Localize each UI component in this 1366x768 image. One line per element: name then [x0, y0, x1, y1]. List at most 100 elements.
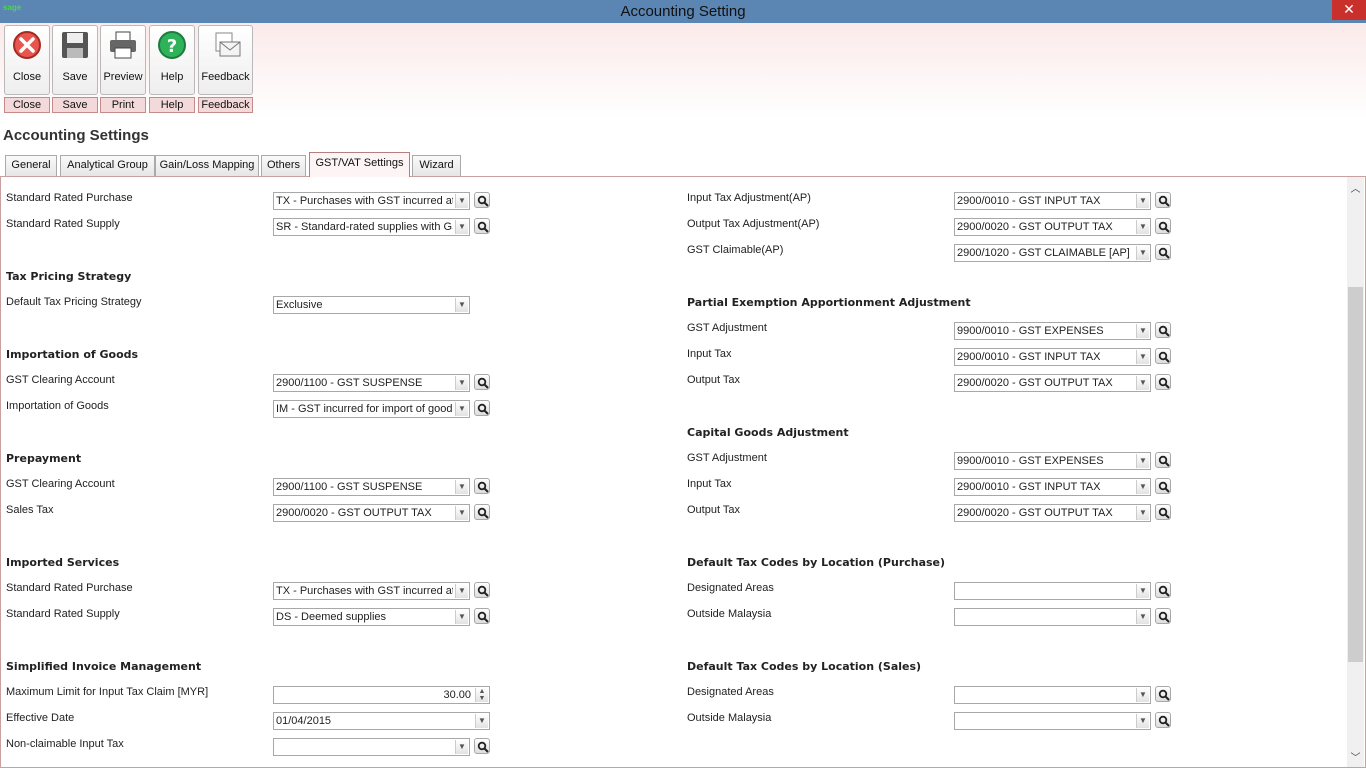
effective-date-label: Effective Date — [6, 712, 75, 724]
page-title: Accounting Settings — [3, 127, 149, 144]
scroll-down-icon[interactable]: ﹀ — [1347, 749, 1364, 764]
import-goods-select[interactable]: IM - GST incurred for import of goods ▼ — [273, 400, 470, 418]
prepay-clearing-select[interactable]: 2900/1100 - GST SUSPENSE ▼ — [273, 478, 470, 496]
capital-output-lookup-button[interactable] — [1155, 504, 1171, 520]
search-icon — [477, 507, 489, 519]
tab-general[interactable]: General — [5, 155, 57, 176]
sales-tax-select[interactable]: 2900/0020 - GST OUTPUT TAX ▼ — [273, 504, 470, 522]
sales-outside-lookup-button[interactable] — [1155, 712, 1171, 728]
sales-designated-select[interactable]: ▼ — [954, 686, 1151, 704]
toolbar: Close Close Save Save Preview Print ? He… — [0, 23, 1366, 119]
import-clearing-select[interactable]: 2900/1100 - GST SUSPENSE ▼ — [273, 374, 470, 392]
partial-exemption-heading: Partial Exemption Apportionment Adjustme… — [687, 296, 971, 309]
std-purchase-lookup-button[interactable] — [474, 192, 490, 208]
capital-input-select[interactable]: 2900/0010 - GST INPUT TAX ▼ — [954, 478, 1151, 496]
search-icon — [1158, 689, 1170, 701]
prepayment-heading: Prepayment — [6, 452, 82, 465]
purchase-outside-select[interactable]: ▼ — [954, 608, 1151, 626]
partial-output-select[interactable]: 2900/0020 - GST OUTPUT TAX ▼ — [954, 374, 1151, 392]
partial-input-label: Input Tax — [687, 348, 732, 360]
toolbar-group-close: Close — [4, 97, 50, 113]
non-claimable-label: Non-claimable Input Tax — [6, 738, 124, 750]
partial-input-select[interactable]: 2900/0010 - GST INPUT TAX ▼ — [954, 348, 1151, 366]
capital-gst-adj-select[interactable]: 9900/0010 - GST EXPENSES ▼ — [954, 452, 1151, 470]
tab-gst-vat-settings[interactable]: GST/VAT Settings — [309, 152, 410, 177]
preview-button[interactable]: Preview — [100, 25, 146, 95]
capital-gst-adj-lookup-button[interactable] — [1155, 452, 1171, 468]
chevron-down-icon: ▼ — [455, 298, 468, 312]
scrollbar-thumb[interactable] — [1348, 287, 1363, 662]
help-button[interactable]: ? Help — [149, 25, 195, 95]
partial-output-lookup-button[interactable] — [1155, 374, 1171, 390]
partial-gst-adj-lookup-button[interactable] — [1155, 322, 1171, 338]
services-purchase-select[interactable]: TX - Purchases with GST incurred at 6% a… — [273, 582, 470, 600]
spinner-icon[interactable]: ▲ ▼ — [475, 688, 488, 702]
tab-analytical-group[interactable]: Analytical Group — [60, 155, 155, 176]
tab-wizard[interactable]: Wizard — [412, 155, 461, 176]
output-tax-adj-lookup-button[interactable] — [1155, 218, 1171, 234]
services-supply-lookup-button[interactable] — [474, 608, 490, 624]
purchase-designated-label: Designated Areas — [687, 582, 774, 594]
chevron-down-icon: ▼ — [1136, 688, 1149, 702]
chevron-down-icon: ▼ — [1136, 194, 1149, 208]
services-purchase-lookup-button[interactable] — [474, 582, 490, 598]
sales-outside-select[interactable]: ▼ — [954, 712, 1151, 730]
save-button[interactable]: Save — [52, 25, 98, 95]
max-limit-input[interactable]: 30.00 ▲ ▼ — [273, 686, 490, 704]
tab-gain-loss-mapping[interactable]: Gain/Loss Mapping — [155, 155, 259, 176]
scroll-up-icon[interactable]: ︿ — [1347, 180, 1364, 195]
search-icon — [477, 195, 489, 207]
feedback-button-label: Feedback — [201, 71, 250, 83]
services-supply-select[interactable]: DS - Deemed supplies ▼ — [273, 608, 470, 626]
chevron-down-icon: ▼ — [1136, 584, 1149, 598]
non-claimable-select[interactable]: ▼ — [273, 738, 470, 756]
capital-output-select[interactable]: 2900/0020 - GST OUTPUT TAX ▼ — [954, 504, 1151, 522]
close-button[interactable]: Close — [4, 25, 50, 95]
search-icon — [1158, 481, 1170, 493]
tax-pricing-select[interactable]: Exclusive ▼ — [273, 296, 470, 314]
purchase-designated-lookup-button[interactable] — [1155, 582, 1171, 598]
capital-input-lookup-button[interactable] — [1155, 478, 1171, 494]
search-icon — [1158, 715, 1170, 727]
std-purchase-select[interactable]: TX - Purchases with GST incurred at 6% a… — [273, 192, 470, 210]
prepay-clearing-lookup-button[interactable] — [474, 478, 490, 494]
gst-claimable-select[interactable]: 2900/1020 - GST CLAIMABLE [AP] ▼ — [954, 244, 1151, 262]
preview-button-label: Preview — [103, 71, 143, 83]
search-icon — [477, 377, 489, 389]
import-goods-lookup-button[interactable] — [474, 400, 490, 416]
partial-gst-adj-select[interactable]: 9900/0010 - GST EXPENSES ▼ — [954, 322, 1151, 340]
search-icon — [1158, 195, 1170, 207]
effective-date-picker[interactable]: 01/04/2015 ▼ — [273, 712, 490, 730]
tab-others[interactable]: Others — [261, 155, 306, 176]
import-clearing-lookup-button[interactable] — [474, 374, 490, 390]
input-tax-adj-select[interactable]: 2900/0010 - GST INPUT TAX ▼ — [954, 192, 1151, 210]
services-supply-label: Standard Rated Supply — [6, 608, 120, 620]
sales-designated-lookup-button[interactable] — [1155, 686, 1171, 702]
chevron-down-icon: ▼ — [455, 194, 468, 208]
purchase-designated-select[interactable]: ▼ — [954, 582, 1151, 600]
output-tax-adj-select[interactable]: 2900/0020 - GST OUTPUT TAX ▼ — [954, 218, 1151, 236]
vertical-scrollbar[interactable]: ︿ ﹀ — [1347, 177, 1364, 767]
partial-input-lookup-button[interactable] — [1155, 348, 1171, 364]
partial-gst-adj-label: GST Adjustment — [687, 322, 767, 334]
chevron-down-icon: ▼ — [1136, 376, 1149, 390]
input-tax-adj-lookup-button[interactable] — [1155, 192, 1171, 208]
search-icon — [477, 611, 489, 623]
capital-goods-heading: Capital Goods Adjustment — [687, 426, 849, 439]
gst-claimable-lookup-button[interactable] — [1155, 244, 1171, 260]
purchase-outside-lookup-button[interactable] — [1155, 608, 1171, 624]
sales-outside-label: Outside Malaysia — [687, 712, 772, 724]
toolbar-group-print: Print — [100, 97, 146, 113]
search-icon — [477, 221, 489, 233]
std-purchase-label: Standard Rated Purchase — [6, 192, 133, 204]
sales-tax-lookup-button[interactable] — [474, 504, 490, 520]
chevron-down-icon: ▼ — [1136, 324, 1149, 338]
search-icon — [477, 481, 489, 493]
std-supply-select[interactable]: SR - Standard-rated supplies with GST ▼ — [273, 218, 470, 236]
toolbar-group-save: Save — [52, 97, 98, 113]
non-claimable-lookup-button[interactable] — [474, 738, 490, 754]
std-supply-lookup-button[interactable] — [474, 218, 490, 234]
capital-output-label: Output Tax — [687, 504, 740, 516]
feedback-button[interactable]: Feedback — [198, 25, 253, 95]
window-close-button[interactable]: ✕ — [1332, 0, 1366, 20]
